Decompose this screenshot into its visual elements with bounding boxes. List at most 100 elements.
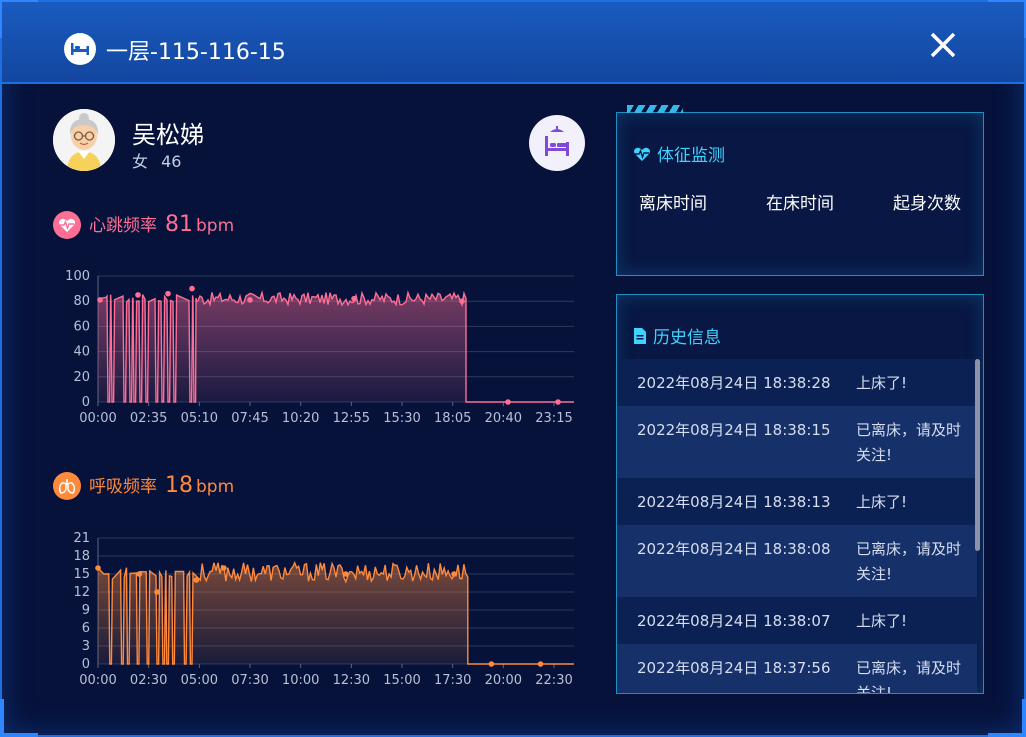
history-row: 2022年08月24日 18:38:15 已离床，请及时关注! [617,406,977,478]
heart-rate-unit: bpm [196,216,235,236]
y-tick-label: 60 [73,319,90,334]
bed-status-icon [529,115,585,171]
history-row: 2022年08月24日 18:38:08 已离床，请及时关注! [617,525,977,597]
data-point [97,297,103,303]
history-message: 已离床，请及时关注! [856,540,962,583]
respiration-value: 18 [165,473,193,498]
y-tick-label: 6 [82,621,90,636]
y-tick-label: 0 [82,395,90,410]
panel-decoration [627,105,683,113]
history-message: 已离床，请及时关注! [856,421,962,464]
history-list[interactable]: 2022年08月24日 18:38:28 上床了! 2022年08月24日 18… [617,359,977,694]
x-tick-label: 00:00 [79,673,116,688]
x-tick-label: 02:35 [130,411,167,426]
patient-gender: 女 [132,152,149,171]
panel-decoration [627,294,683,295]
x-tick-label: 20:40 [485,411,522,426]
history-message: 已离床，请及时关注! [856,659,962,694]
heart-pulse-icon [53,211,81,239]
data-point [505,399,511,405]
heart-rate-chart: 0 20 40 60 80 100 00:00 02:35 05:10 07:45 10:20 12:… [65,269,574,426]
history-row: 2022年08月24日 18:38:28 上床了! [617,359,977,406]
frame-corner [0,699,38,737]
data-point [136,571,143,577]
x-tick-label: 10:20 [282,411,319,426]
x-tick-label: 17:30 [434,673,471,688]
in-bed-time-label: 在床时间 [766,194,834,214]
patient-info: 女 46 [132,148,189,172]
x-tick-label: 05:10 [181,411,218,426]
vitals-title-text: 体征监测 [657,146,725,166]
history-row: 2022年08月24日 18:38:07 上床了! [617,597,977,644]
data-point [165,290,171,297]
history-message: 上床了! [856,612,908,630]
frame-corner [988,699,1026,737]
respiration-label: 呼吸频率 [89,477,157,497]
history-time: 2022年08月24日 18:37:56 [637,659,831,677]
heart-rate-label: 心跳频率 [89,216,157,236]
x-tick-label: 10:00 [282,673,319,688]
vitals-labels: 离床时间 在床时间 起身次数 [639,189,961,214]
y-tick-label: 15 [73,567,90,582]
history-time: 2022年08月24日 18:38:08 [637,540,831,558]
y-tick-label: 9 [82,603,90,618]
x-tick-label: 07:45 [231,411,268,426]
data-point [488,661,495,667]
x-tick-label: 07:30 [231,673,268,688]
off-bed-time-label: 离床时间 [639,194,707,214]
bed-icon [64,33,96,65]
y-tick-label: 40 [73,345,90,360]
history-row: 2022年08月24日 18:38:13 上床了! [617,478,977,525]
data-point [351,295,357,302]
history-title-text: 历史信息 [653,328,721,348]
history-time: 2022年08月24日 18:38:07 [637,612,831,630]
patient-age: 46 [161,152,182,171]
respiration-chart: 0 3 6 9 12 15 18 21 00:00 02:30 05:00 07:30 10:00 12:… [73,531,574,688]
history-time: 2022年08月24日 18:38:13 [637,493,831,511]
data-point [95,565,101,571]
y-tick-label: 20 [73,370,90,385]
heart-rate-metric: 心跳频率 81 bpm [53,211,234,239]
lungs-icon [53,472,81,500]
patient-avatar [53,109,115,171]
data-point [189,285,195,292]
monitor-dialog: 一层-115-116-15 吴松娣 女 46 心跳频率 81 bpm 0 20 … [0,0,1026,737]
x-tick-label: 15:00 [383,673,420,688]
x-tick-label: 15:30 [383,411,420,426]
history-time: 2022年08月24日 18:38:28 [637,374,831,392]
heart-rate-value: 81 [165,212,193,237]
y-tick-label: 0 [82,657,90,672]
close-button[interactable] [926,30,960,64]
history-message: 上床了! [856,493,908,511]
x-tick-label: 12:55 [333,411,370,426]
dialog-header: 一层-115-116-15 [2,2,1024,84]
x-tick-label: 18:05 [434,411,471,426]
data-point [221,565,227,571]
document-icon [633,327,647,345]
history-panel: 历史信息 2022年08月24日 18:38:28 上床了! 2022年08月2… [616,294,984,694]
data-point [459,298,465,304]
history-time: 2022年08月24日 18:38:15 [637,421,831,439]
data-point [193,577,200,583]
patient-name: 吴松娣 [132,121,204,149]
x-tick-label: 00:00 [79,411,116,426]
x-tick-label: 05:00 [181,673,218,688]
vitals-panel: 体征监测 离床时间 在床时间 起身次数 [616,105,984,276]
respiration-unit: bpm [196,477,235,497]
y-tick-label: 21 [73,531,90,546]
history-scrollbar[interactable] [975,359,980,551]
getup-count-label: 起身次数 [893,194,961,214]
respiration-metric: 呼吸频率 18 bpm [53,472,234,500]
y-tick-label: 18 [73,549,90,564]
y-tick-label: 3 [82,639,90,654]
x-tick-label: 02:30 [130,673,167,688]
y-tick-label: 12 [73,585,90,600]
history-panel-title: 历史信息 [633,323,721,348]
data-point [154,589,160,595]
x-tick-label: 23:15 [535,411,572,426]
y-tick-label: 100 [65,269,90,284]
data-point [537,661,544,667]
history-message: 上床了! [856,374,908,392]
x-tick-label: 22:30 [535,673,572,688]
data-point [555,399,561,405]
